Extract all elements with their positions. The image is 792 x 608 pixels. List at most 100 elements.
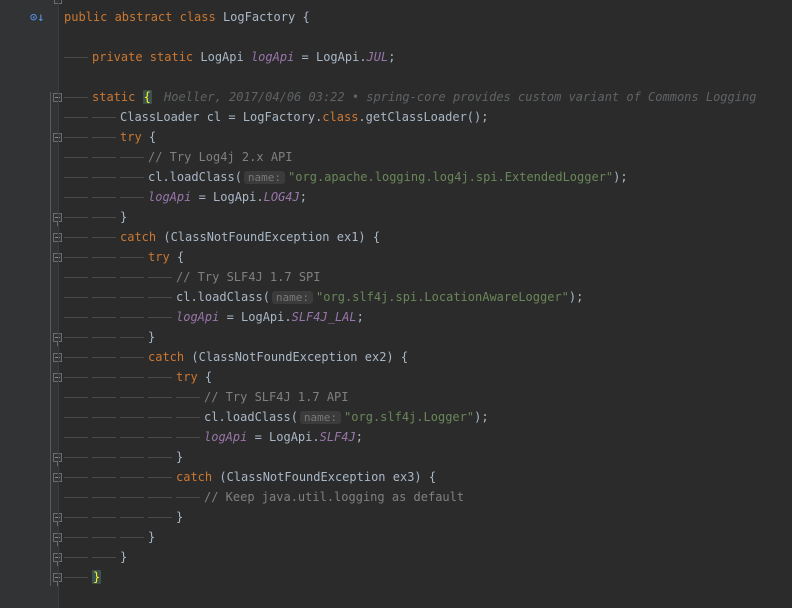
- code-text: catch (ClassNotFoundException ex1) {: [120, 227, 380, 247]
- code-token: SLF4J_LAL: [291, 310, 357, 324]
- code-token: {: [302, 10, 310, 24]
- code-line[interactable]: try {: [0, 247, 792, 267]
- indent-guide: [148, 377, 172, 378]
- code-text: static {: [92, 87, 152, 107]
- indent-guide: [92, 497, 116, 498]
- code-token: JUL: [366, 50, 389, 64]
- code-line[interactable]: }: [0, 447, 792, 467]
- code-token: ClassLoader cl = LogFactory.: [120, 110, 323, 124]
- code-token: = LogApi.: [219, 310, 292, 324]
- code-token: try: [176, 370, 205, 384]
- code-editor[interactable]: public abstract class LogFactory { privat…: [0, 0, 792, 608]
- code-line[interactable]: catch (ClassNotFoundException ex2) {: [0, 347, 792, 367]
- indent-guide: [120, 437, 144, 438]
- code-token: LogFactory: [222, 10, 303, 24]
- indent-guide: [64, 257, 88, 258]
- code-line[interactable]: // Try Log4j 2.x API: [0, 147, 792, 167]
- code-token: // Try Log4j 2.x API: [148, 150, 293, 164]
- code-token: {: [176, 250, 185, 264]
- parameter-hint: name:: [271, 291, 314, 304]
- code-token: }: [176, 510, 184, 524]
- code-token: logApi: [176, 310, 220, 324]
- indent-guide: [64, 137, 88, 138]
- indent-guide: [64, 497, 88, 498]
- code-token: cl.loadClass(: [176, 290, 270, 304]
- code-token: (ClassNotFoundException ex3) {: [219, 470, 437, 484]
- code-text: }: [176, 447, 183, 467]
- code-token: }: [148, 330, 156, 344]
- code-token: = LogApi.: [294, 50, 367, 64]
- code-line[interactable]: }: [0, 507, 792, 527]
- code-line[interactable]: cl.loadClass(name: "org.slf4j.Logger");: [0, 407, 792, 427]
- indent-guide: [120, 337, 144, 338]
- indent-guide: [92, 277, 116, 278]
- parameter-hint: name:: [243, 171, 286, 184]
- indent-guide: [64, 177, 88, 178]
- code-token: // Keep java.util.logging as default: [204, 490, 465, 504]
- code-text: logApi = LogApi.LOG4J;: [148, 187, 307, 207]
- code-line[interactable]: public abstract class LogFactory {: [0, 7, 792, 27]
- code-line[interactable]: }: [0, 547, 792, 567]
- indent-guide: [64, 337, 88, 338]
- indent-guide: [92, 297, 116, 298]
- indent-guide: [92, 557, 116, 558]
- indent-guide: [120, 397, 144, 398]
- indent-guide: [120, 517, 144, 518]
- code-line[interactable]: try {: [0, 127, 792, 147]
- code-token: "org.slf4j.Logger": [344, 410, 475, 424]
- code-token: ;: [355, 430, 363, 444]
- indent-guide: [64, 517, 88, 518]
- code-line[interactable]: logApi = LogApi.SLF4J;: [0, 427, 792, 447]
- code-line[interactable]: catch (ClassNotFoundException ex1) {: [0, 227, 792, 247]
- code-token: ;: [356, 310, 364, 324]
- code-token: = LogApi.: [247, 430, 320, 444]
- code-token: }: [120, 210, 128, 224]
- indent-guide: [92, 537, 116, 538]
- indent-guide: [176, 497, 200, 498]
- indent-guide: [148, 477, 172, 478]
- code-line[interactable]: logApi = LogApi.SLF4J_LAL;: [0, 307, 792, 327]
- code-text: catch (ClassNotFoundException ex2) {: [148, 347, 408, 367]
- code-line[interactable]: // Try SLF4J 1.7 SPI: [0, 267, 792, 287]
- code-line[interactable]: logApi = LogApi.LOG4J;: [0, 187, 792, 207]
- code-line[interactable]: }: [0, 567, 792, 587]
- code-line[interactable]: cl.loadClass(name: "org.slf4j.spi.Locatio…: [0, 287, 792, 307]
- indent-guide: [120, 457, 144, 458]
- code-line[interactable]: cl.loadClass(name: "org.apache.logging.lo…: [0, 167, 792, 187]
- code-token: );: [568, 290, 584, 304]
- matched-brace: {: [142, 90, 152, 104]
- code-token: }: [148, 530, 156, 544]
- code-token: catch: [148, 350, 192, 364]
- indent-guide: [92, 397, 116, 398]
- code-token: "org.slf4j.spi.LocationAwareLogger": [316, 290, 569, 304]
- code-text: }: [148, 527, 155, 547]
- indent-guide: [148, 277, 172, 278]
- code-token: ;: [388, 50, 396, 64]
- indent-guide: [64, 157, 88, 158]
- code-token: LOG4J: [263, 190, 300, 204]
- indent-guide: [64, 217, 88, 218]
- indent-guide: [148, 517, 172, 518]
- code-line[interactable]: }: [0, 207, 792, 227]
- code-token: catch: [120, 230, 164, 244]
- code-line[interactable]: static { Hoeller, 2017/04/06 03:22 • spri…: [0, 87, 792, 107]
- code-line[interactable]: }: [0, 527, 792, 547]
- code-text: logApi = LogApi.SLF4J;: [204, 427, 363, 447]
- code-token: catch: [176, 470, 220, 484]
- code-text: // Try SLF4J 1.7 API: [204, 387, 349, 407]
- code-line[interactable]: try {: [0, 367, 792, 387]
- code-line[interactable]: private static LogApi logApi = LogApi.JU…: [0, 47, 792, 67]
- indent-guide: [92, 177, 116, 178]
- indent-guide: [92, 137, 116, 138]
- code-line[interactable]: catch (ClassNotFoundException ex3) {: [0, 467, 792, 487]
- indent-guide: [92, 217, 116, 218]
- indent-guide: [176, 437, 200, 438]
- code-line[interactable]: }: [0, 327, 792, 347]
- indent-guide: [92, 377, 116, 378]
- git-blame-annotation[interactable]: Hoeller, 2017/04/06 03:22 • spring-core …: [164, 87, 756, 107]
- code-line[interactable]: ClassLoader cl = LogFactory.class.getCla…: [0, 107, 792, 127]
- indent-guide: [176, 417, 200, 418]
- code-line[interactable]: // Try SLF4J 1.7 API: [0, 387, 792, 407]
- indent-guide: [64, 277, 88, 278]
- code-line[interactable]: // Keep java.util.logging as default: [0, 487, 792, 507]
